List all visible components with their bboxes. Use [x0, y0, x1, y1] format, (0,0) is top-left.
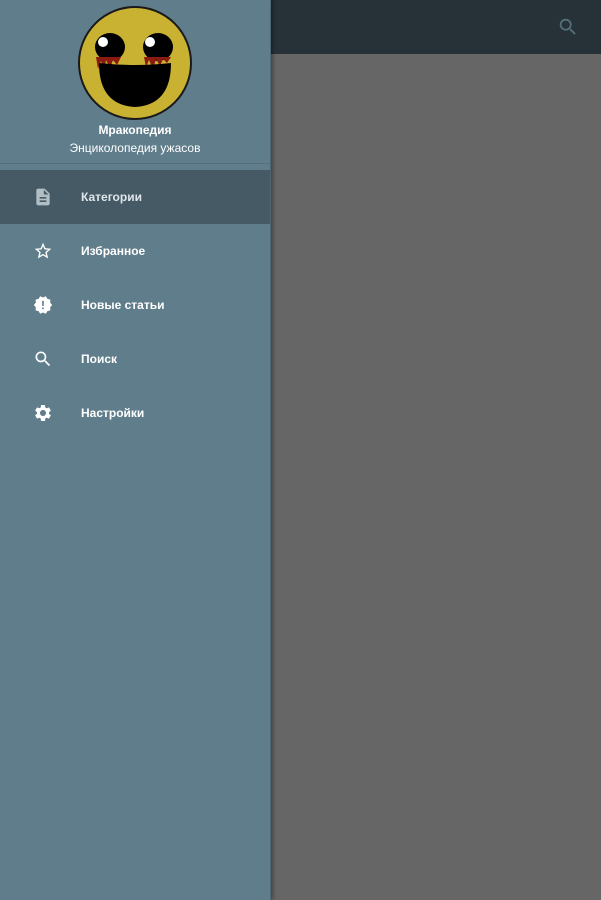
menu-item-search[interactable]: Поиск	[0, 332, 270, 386]
navigation-drawer: Мракопедия Энциколопедия ужасов Категори…	[0, 0, 271, 900]
menu-item-categories[interactable]: Категории	[0, 170, 270, 224]
menu-item-label: Категории	[81, 190, 142, 204]
search-icon[interactable]	[557, 16, 579, 38]
menu-item-settings[interactable]: Настройки	[0, 386, 270, 440]
document-icon	[36, 188, 50, 206]
star-outline-icon	[34, 242, 52, 259]
drawer-header: Мракопедия Энциколопедия ужасов	[0, 0, 270, 164]
menu-item-label: Настройки	[81, 406, 145, 420]
app-subtitle: Энциколопедия ужасов	[69, 141, 201, 155]
search-icon	[35, 351, 51, 367]
menu-item-label: Поиск	[81, 352, 118, 366]
menu-item-label: Избранное	[81, 244, 146, 258]
app-screen: Мракопедия Энциколопедия ужасов Категори…	[0, 0, 601, 900]
menu-item-favorites[interactable]: Избранное	[0, 224, 270, 278]
gear-icon	[35, 405, 51, 421]
app-name: Мракопедия	[98, 123, 172, 137]
drawer-menu: Категории Избранное Новые статьи Поиск Н…	[0, 170, 270, 440]
creepy-smiley-logo	[78, 6, 192, 120]
new-badge-icon	[33, 296, 53, 314]
menu-item-label: Новые статьи	[81, 298, 165, 312]
content-scrim[interactable]	[271, 55, 601, 900]
menu-item-new-articles[interactable]: Новые статьи	[0, 278, 270, 332]
